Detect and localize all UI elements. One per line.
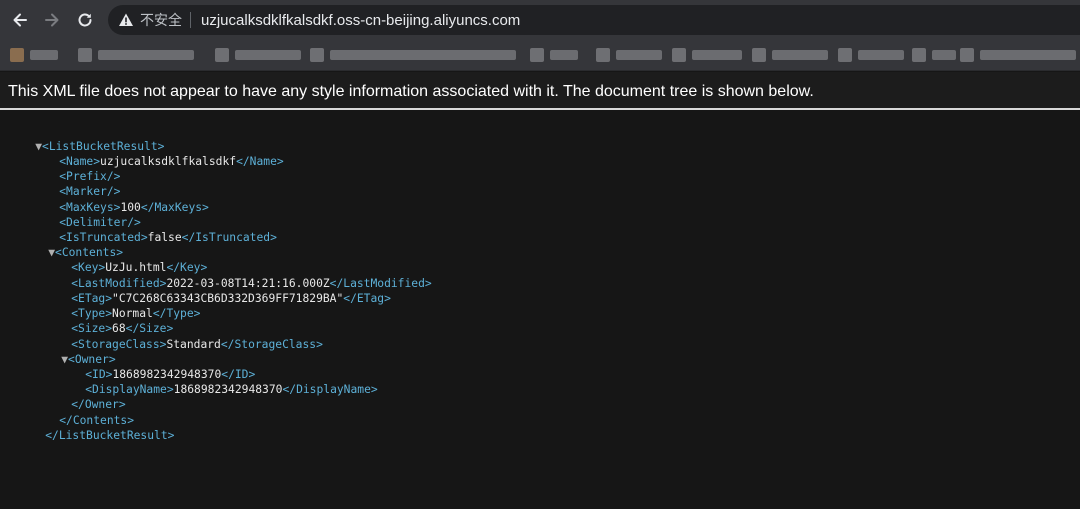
bookmark-item[interactable]: [78, 48, 194, 62]
xml-marker-line: <Marker/>: [32, 169, 120, 198]
xml-tag: </StorageClass>: [220, 338, 323, 351]
xml-etag-line: <ETag>"C7C268C63343CB6D332D369FF71829BA"…: [44, 276, 391, 305]
xml-maxkeys-line: <MaxKeys>100</MaxKeys>: [32, 185, 209, 214]
bookmark-favicon-icon: [215, 48, 229, 62]
xml-storageclass-line: <StorageClass>Standard</StorageClass>: [44, 322, 323, 351]
bookmark-favicon-icon: [596, 48, 610, 62]
xml-contents-open-line: ▼<Contents>: [21, 230, 123, 259]
xml-root-open-line: ▼<ListBucketResult>: [8, 124, 164, 153]
forward-button[interactable]: [40, 8, 64, 32]
bookmark-item[interactable]: [10, 48, 58, 62]
xml-tag: </ETag>: [343, 292, 391, 305]
bookmark-favicon-icon: [530, 48, 544, 62]
xml-info-text: This XML file does not appear to have an…: [8, 83, 814, 100]
bookmarks-bar: [0, 40, 1080, 71]
xml-value: Standard: [166, 338, 221, 351]
xml-displayname-line: <DisplayName>1868982342948370</DisplayNa…: [58, 367, 377, 396]
bookmark-favicon-icon: [672, 48, 686, 62]
bookmark-favicon-icon: [838, 48, 852, 62]
xml-tag: </IsTruncated>: [181, 231, 277, 244]
bookmark-favicon-icon: [78, 48, 92, 62]
xml-root-close-line: </ListBucketResult>: [18, 413, 174, 442]
bookmark-favicon-icon: [960, 48, 974, 62]
address-separator: [190, 12, 191, 28]
xml-tag: </MaxKeys>: [140, 201, 209, 214]
bookmark-item[interactable]: [215, 48, 301, 62]
xml-lastmodified-line: <LastModified>2022-03-08T14:21:16.000Z</…: [44, 261, 431, 290]
bookmark-item[interactable]: [752, 48, 828, 62]
xml-id-line: <ID>1868982342948370</ID>: [58, 352, 255, 381]
xml-tag: </Name>: [236, 155, 284, 168]
bookmark-item[interactable]: [838, 48, 904, 62]
back-button[interactable]: [8, 8, 32, 32]
xml-tag: </ListBucketResult>: [45, 429, 175, 442]
arrow-left-icon: [13, 13, 27, 27]
bookmark-favicon-icon: [10, 48, 24, 62]
xml-contents-close-line: </Contents>: [32, 398, 134, 427]
xml-value: false: [147, 231, 182, 244]
not-secure-label[interactable]: 不安全: [140, 10, 182, 30]
xml-delimiter-line: <Delimiter/>: [32, 200, 141, 229]
bookmark-item[interactable]: [530, 48, 578, 62]
xml-name-line: <Name>uzjucalksdklfkalsdkf</Name>: [32, 139, 283, 168]
bookmark-favicon-icon: [310, 48, 324, 62]
xml-owner-open-line: ▼<Owner>: [34, 337, 115, 366]
browser-toolbar: 不安全 uzjucalksdklfkalsdkf.oss-cn-beijing.…: [0, 0, 1080, 40]
bookmark-favicon-icon: [912, 48, 926, 62]
bookmark-favicon-icon: [752, 48, 766, 62]
reload-icon: [78, 13, 92, 27]
xml-prefix-line: <Prefix/>: [32, 154, 120, 183]
xml-info-banner: This XML file does not appear to have an…: [0, 72, 1080, 110]
url-text[interactable]: uzjucalksdklfkalsdkf.oss-cn-beijing.aliy…: [201, 12, 520, 29]
xml-size-line: <Size>68</Size>: [44, 306, 173, 335]
arrow-right-icon: [45, 13, 59, 27]
xml-owner-close-line: </Owner>: [44, 382, 125, 411]
reload-button[interactable]: [73, 8, 97, 32]
xml-type-line: <Type>Normal</Type>: [44, 291, 200, 320]
bookmark-item[interactable]: [960, 48, 1076, 62]
xml-tag: </DisplayName>: [282, 383, 378, 396]
bookmark-item[interactable]: [310, 48, 516, 62]
address-bar[interactable]: 不安全 uzjucalksdklfkalsdkf.oss-cn-beijing.…: [108, 5, 1080, 35]
xml-istruncated-line: <IsTruncated>false</IsTruncated>: [32, 215, 277, 244]
xml-value: 1868982342948370: [173, 383, 283, 396]
bookmark-item[interactable]: [596, 48, 662, 62]
xml-key-line: <Key>UzJu.html</Key>: [44, 245, 207, 274]
warning-triangle-icon: [119, 13, 133, 26]
bookmark-item[interactable]: [672, 48, 742, 62]
bookmark-item[interactable]: [912, 48, 956, 62]
